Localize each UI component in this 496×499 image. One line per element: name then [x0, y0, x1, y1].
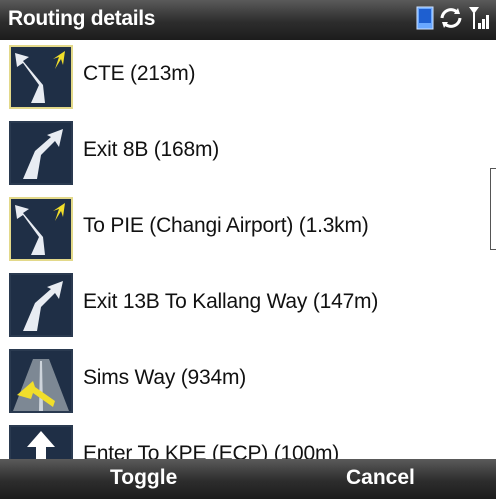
keep-left-ramp-icon — [9, 197, 73, 261]
device-icon[interactable] — [416, 6, 434, 35]
route-label: Sims Way (934m) — [83, 366, 247, 389]
scrollbar-thumb[interactable] — [490, 168, 496, 250]
cancel-button[interactable]: Cancel — [346, 466, 415, 490]
list-item[interactable]: CTE (213m) — [0, 40, 496, 116]
list-item[interactable]: Exit 13B To Kallang Way (147m) — [0, 268, 496, 344]
status-icons — [416, 6, 492, 34]
list-item[interactable]: Exit 8B (168m) — [0, 116, 496, 192]
route-label: CTE (213m) — [83, 62, 196, 85]
route-label: Exit 8B (168m) — [83, 138, 220, 161]
exit-right-icon — [9, 121, 73, 185]
route-list: CTE (213m) Exit 8B (168m) To PIE (Changi… — [0, 40, 496, 459]
list-item[interactable]: Sims Way (934m) — [0, 344, 496, 420]
route-label: Exit 13B To Kallang Way (147m) — [83, 290, 379, 313]
toggle-button[interactable]: Toggle — [110, 466, 177, 490]
page-title: Routing details — [8, 7, 156, 30]
list-item[interactable]: Enter To KPE (ECP) (100m) — [0, 420, 496, 459]
keep-left-ramp-icon — [9, 45, 73, 109]
route-label: To PIE (Changi Airport) (1.3km) — [83, 214, 369, 237]
merge-road-icon — [9, 349, 73, 413]
sync-icon[interactable] — [438, 5, 464, 36]
title-bar: Routing details — [0, 0, 496, 40]
exit-right-icon — [9, 273, 73, 337]
signal-icon[interactable] — [468, 5, 492, 36]
route-label: Enter To KPE (ECP) (100m) — [83, 442, 340, 459]
list-item[interactable]: To PIE (Changi Airport) (1.3km) — [0, 192, 496, 268]
straight-arrow-icon — [9, 425, 73, 459]
softkey-bar: Toggle Cancel — [0, 459, 496, 499]
